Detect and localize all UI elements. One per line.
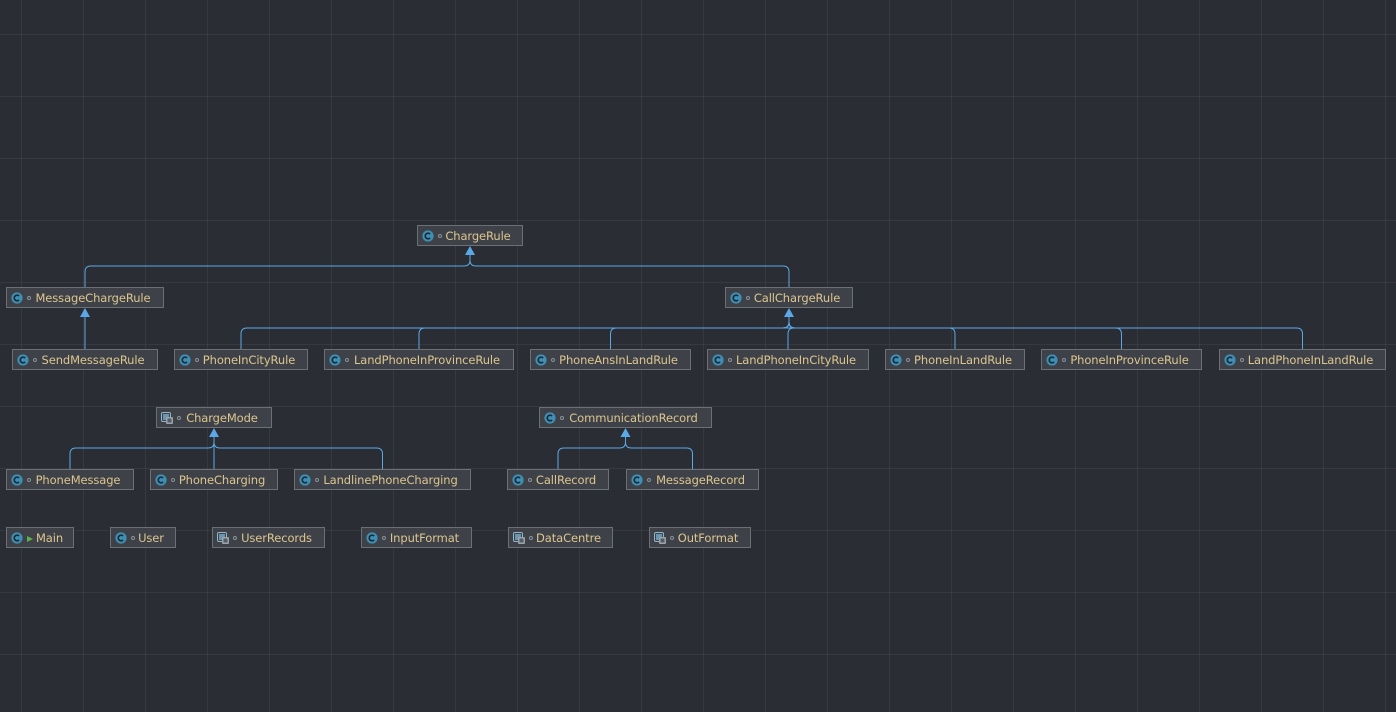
class-icon bbox=[329, 353, 341, 366]
class-icon bbox=[544, 411, 556, 424]
inheritance-edge bbox=[84, 254, 471, 287]
class-node-chargerule[interactable]: ChargeRule bbox=[417, 225, 523, 246]
class-node-phoneinlandrule[interactable]: PhoneInLandRule bbox=[885, 349, 1025, 370]
class-name-label: PhoneAnsInLandRule bbox=[559, 352, 678, 367]
abstract-class-icon bbox=[513, 531, 525, 544]
inheritance-edge bbox=[240, 316, 790, 349]
class-node-messagechargerule[interactable]: MessageChargeRule bbox=[6, 287, 164, 308]
class-node-main[interactable]: Main bbox=[6, 527, 74, 548]
class-name-label: LandlinePhoneCharging bbox=[323, 472, 458, 487]
class-node-phoneinprovincerule[interactable]: PhoneInProvinceRule bbox=[1041, 349, 1202, 370]
class-name-label: ChargeRule bbox=[445, 228, 511, 243]
class-name-label: PhoneInLandRule bbox=[914, 352, 1012, 367]
class-name-label: SendMessageRule bbox=[41, 352, 145, 367]
class-name-label: LandPhoneInProvinceRule bbox=[353, 352, 500, 367]
class-icon bbox=[890, 353, 902, 366]
abstract-class-icon bbox=[654, 531, 666, 544]
inheritance-arrowhead bbox=[465, 246, 475, 255]
class-name-label: PhoneInCityRule bbox=[202, 352, 296, 367]
class-icon bbox=[512, 473, 524, 486]
class-name-label: MessageRecord bbox=[656, 472, 745, 487]
class-name-label: CallChargeRule bbox=[753, 290, 841, 305]
class-icon bbox=[11, 291, 23, 304]
class-icon bbox=[1046, 353, 1058, 366]
class-node-landphoneincityrule[interactable]: LandPhoneInCityRule bbox=[707, 349, 869, 370]
class-name-label: LandPhoneInCityRule bbox=[735, 352, 857, 367]
class-icon bbox=[366, 531, 378, 544]
class-name-label: CommunicationRecord bbox=[569, 410, 698, 425]
class-node-landlinephonecharging[interactable]: LandlinePhoneCharging bbox=[294, 469, 471, 490]
class-node-datacentre[interactable]: DataCentre bbox=[508, 527, 613, 548]
class-icon bbox=[422, 229, 434, 242]
class-icon bbox=[179, 353, 191, 366]
abstract-class-icon bbox=[217, 531, 229, 544]
inheritance-edge bbox=[788, 316, 1303, 349]
class-icon bbox=[115, 531, 127, 544]
inheritance-arrowhead bbox=[80, 308, 90, 317]
inheritance-edge bbox=[610, 316, 790, 349]
class-node-inputformat[interactable]: InputFormat bbox=[361, 527, 472, 548]
class-name-label: UserRecords bbox=[241, 530, 312, 545]
main-class-icon bbox=[11, 531, 23, 544]
class-node-messagerecord[interactable]: MessageRecord bbox=[626, 469, 759, 490]
inheritance-edge bbox=[625, 436, 693, 469]
class-name-label: Main bbox=[35, 530, 64, 545]
class-icon bbox=[155, 473, 167, 486]
inheritance-edge bbox=[788, 316, 956, 349]
class-name-label: OutFormat bbox=[677, 530, 739, 545]
class-node-phonemessage[interactable]: PhoneMessage bbox=[6, 469, 134, 490]
class-icon bbox=[299, 473, 311, 486]
class-icon bbox=[631, 473, 643, 486]
class-node-phoneincityrule[interactable]: PhoneInCityRule bbox=[174, 349, 308, 370]
inheritance-edge bbox=[782, 316, 795, 349]
inheritance-edge bbox=[557, 436, 626, 469]
class-node-outformat[interactable]: OutFormat bbox=[649, 527, 751, 548]
inheritance-edge bbox=[69, 436, 215, 469]
class-icon bbox=[1224, 353, 1236, 366]
class-node-callchargerule[interactable]: CallChargeRule bbox=[725, 287, 853, 308]
uml-class-diagram: ChargeRule MessageChargeRule CallChargeRul… bbox=[0, 0, 1396, 712]
class-name-label: PhoneCharging bbox=[178, 472, 266, 487]
class-icon bbox=[712, 353, 724, 366]
inheritance-arrowhead bbox=[620, 428, 631, 437]
class-node-userrecords[interactable]: UserRecords bbox=[212, 527, 325, 548]
class-name-label: CallRecord bbox=[535, 472, 597, 487]
inheritance-arrowhead bbox=[209, 428, 219, 437]
class-node-communicationrecord[interactable]: CommunicationRecord bbox=[539, 407, 712, 428]
inheritance-edge bbox=[469, 254, 790, 287]
class-name-label: ChargeMode bbox=[186, 410, 258, 425]
class-name-label: User bbox=[138, 530, 164, 545]
inheritance-edge bbox=[418, 316, 790, 349]
class-node-landphoneinprovincerule[interactable]: LandPhoneInProvinceRule bbox=[324, 349, 514, 370]
inheritance-edge bbox=[788, 316, 1122, 349]
class-node-sendmessagerule[interactable]: SendMessageRule bbox=[12, 349, 158, 370]
class-name-label: InputFormat bbox=[389, 530, 460, 545]
abstract-class-icon bbox=[161, 411, 173, 424]
inheritance-arrowhead bbox=[784, 308, 794, 317]
class-node-chargemode[interactable]: ChargeMode bbox=[156, 407, 272, 428]
run-marker-icon bbox=[26, 528, 34, 547]
inheritance-edge bbox=[213, 436, 383, 469]
class-name-label: LandPhoneInLandRule bbox=[1247, 352, 1374, 367]
class-name-label: PhoneMessage bbox=[35, 472, 121, 487]
class-icon bbox=[730, 291, 742, 304]
class-icon bbox=[11, 473, 23, 486]
class-icon bbox=[17, 353, 29, 366]
class-node-phoneansinlandrule[interactable]: PhoneAnsInLandRule bbox=[530, 349, 691, 370]
class-node-phonecharging[interactable]: PhoneCharging bbox=[150, 469, 278, 490]
class-name-label: DataCentre bbox=[536, 530, 601, 545]
class-icon bbox=[535, 353, 547, 366]
class-node-callrecord[interactable]: CallRecord bbox=[507, 469, 609, 490]
class-name-label: PhoneInProvinceRule bbox=[1070, 352, 1189, 367]
class-node-landphoneinlandrule[interactable]: LandPhoneInLandRule bbox=[1219, 349, 1386, 370]
class-node-user[interactable]: User bbox=[110, 527, 176, 548]
class-name-label: MessageChargeRule bbox=[35, 290, 151, 305]
